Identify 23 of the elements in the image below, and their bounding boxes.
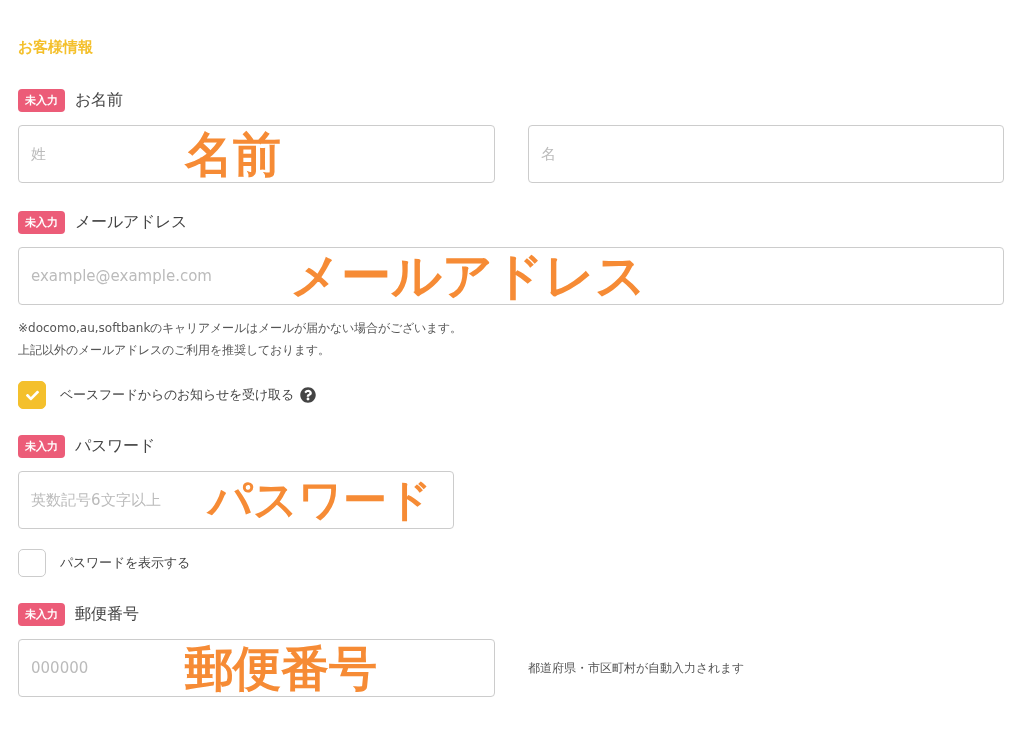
required-badge: 未入力 [18,434,65,458]
required-badge: 未入力 [18,602,65,626]
annotation-text: 名前 [185,127,281,181]
annotation-text: 郵便番号 [185,641,377,695]
check-icon [25,388,39,402]
help-icon[interactable] [300,387,316,403]
annotation-text: パスワード [208,473,432,527]
section-title: お客様情報 [18,38,94,57]
field-label: お名前 [75,89,123,111]
note-text: 上記以外のメールアドレスのご利用を推奨しております。 [18,342,331,359]
hint-text: 都道府県・市区町村が自動入力されます [528,659,744,677]
checkbox-label[interactable]: パスワードを表示する [60,554,190,572]
checkbox[interactable] [18,381,46,409]
note-text: ※docomo,au,softbankのキャリアメールはメールが届かない場合がございます。 [18,320,464,337]
checkbox[interactable] [18,549,46,577]
field-label: パスワード [75,435,155,457]
annotation-text: メールアドレス [290,249,646,303]
input-field[interactable]: 名 [528,125,1004,183]
field-label: メールアドレス [75,211,187,233]
field-label: 郵便番号 [75,603,139,625]
required-badge: 未入力 [18,210,65,234]
checkbox-label[interactable]: ベースフードからのお知らせを受け取る [60,386,294,404]
required-badge: 未入力 [18,88,65,112]
